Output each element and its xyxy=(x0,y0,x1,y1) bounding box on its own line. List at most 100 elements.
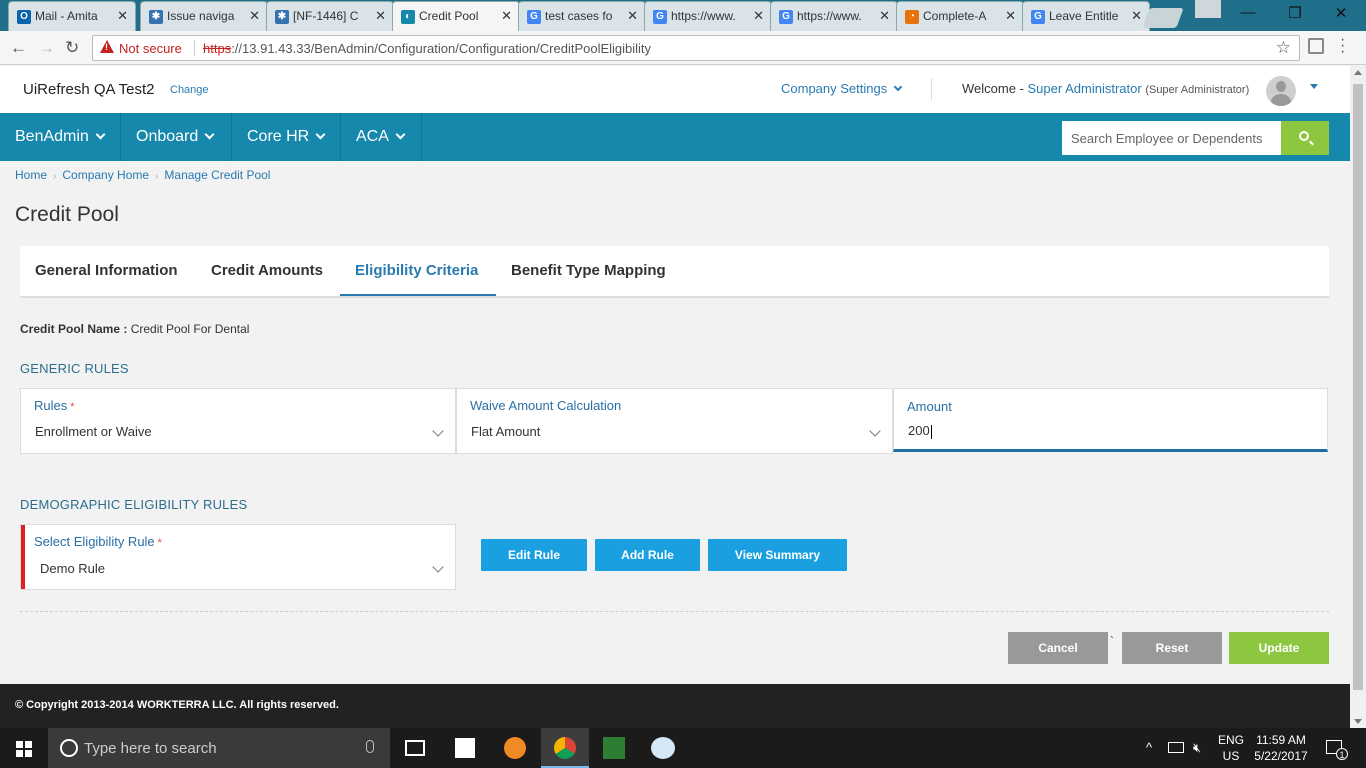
volume-mute-icon[interactable]: 🔇︎ xyxy=(1193,740,1201,756)
nav-onboard[interactable]: Onboard xyxy=(121,113,232,161)
tab-favicon-icon: G xyxy=(653,10,667,24)
chevron-down-icon xyxy=(432,561,444,573)
new-tab-button[interactable] xyxy=(1142,8,1184,28)
user-menu-caret-icon[interactable] xyxy=(1310,84,1318,89)
edit-rule-button[interactable]: Edit Rule xyxy=(481,539,587,571)
page-scrollbar[interactable] xyxy=(1350,66,1366,728)
browser-tab[interactable]: ◔ Complete-A ✕ xyxy=(896,1,1024,31)
nav-aca[interactable]: ACA xyxy=(341,113,422,161)
tab-benefit-type-mapping[interactable]: Benefit Type Mapping xyxy=(511,262,666,279)
tab-eligibility-criteria[interactable]: Eligibility Criteria xyxy=(355,262,478,279)
browser-tab[interactable]: ✱ [NF-1446] C ✕ xyxy=(266,1,394,31)
nav-benadmin[interactable]: BenAdmin xyxy=(0,113,121,161)
rules-select[interactable]: Rules * Enrollment or Waive xyxy=(20,388,456,454)
employee-search-input[interactable] xyxy=(1062,121,1282,155)
company-settings-menu[interactable]: Company Settings xyxy=(781,81,903,96)
reset-button[interactable]: Reset xyxy=(1122,632,1222,664)
windows-start-icon[interactable] xyxy=(16,741,32,757)
close-tab-icon[interactable]: ✕ xyxy=(879,8,890,24)
close-tab-icon[interactable]: ✕ xyxy=(375,8,386,24)
security-label: Not secure xyxy=(119,41,182,56)
paint-icon[interactable] xyxy=(651,737,675,759)
close-tab-icon[interactable]: ✕ xyxy=(249,8,260,24)
tab-favicon-icon: O xyxy=(17,10,31,24)
clock[interactable]: 11:59 AM 5/22/2017 xyxy=(1250,732,1312,764)
user-role: (Super Administrator) xyxy=(1145,84,1250,96)
change-company-link[interactable]: Change xyxy=(170,84,209,96)
select-eligibility-rule[interactable]: Select Eligibility Rule * Demo Rule xyxy=(20,524,456,590)
credit-pool-name: Credit Pool Name : Credit Pool For Denta… xyxy=(20,322,250,336)
browser-tab-title: test cases fo xyxy=(545,9,613,23)
spreadsheet-icon[interactable] xyxy=(603,737,625,759)
chevron-down-icon xyxy=(432,425,444,437)
close-tab-icon[interactable]: ✕ xyxy=(1131,8,1142,24)
amount-field[interactable]: Amount 200 xyxy=(893,388,1328,452)
demographic-rules-heading: DEMOGRAPHIC ELIGIBILITY RULES xyxy=(20,497,248,512)
tab-favicon-icon: G xyxy=(779,10,793,24)
waive-amount-calculation-select[interactable]: Waive Amount Calculation Flat Amount xyxy=(456,388,893,454)
browser-menu-icon[interactable]: · · · xyxy=(1340,32,1345,60)
tray-chevron-icon[interactable]: ^ xyxy=(1146,740,1152,755)
forward-icon[interactable]: → xyxy=(38,38,55,58)
cancel-button[interactable]: Cancel xyxy=(1008,632,1108,664)
page-title: Credit Pool xyxy=(15,203,119,226)
search-button[interactable] xyxy=(1281,121,1329,155)
app-flame-icon[interactable] xyxy=(504,737,526,759)
scroll-thumb[interactable] xyxy=(1353,84,1363,690)
scroll-up-icon[interactable] xyxy=(1354,70,1362,75)
url-text: https://13.91.43.33/BenAdmin/Configurati… xyxy=(203,41,652,56)
back-icon[interactable]: ← xyxy=(10,38,27,58)
browser-tab-title: Issue naviga xyxy=(167,9,235,23)
cortana-icon xyxy=(60,739,78,757)
bookmark-star-icon[interactable]: ☆ xyxy=(1276,38,1291,58)
reload-icon[interactable]: ↻ xyxy=(65,38,79,58)
browser-tab[interactable]: ✱ Issue naviga ✕ xyxy=(140,1,268,31)
browser-tab[interactable]: G Leave Entitle ✕ xyxy=(1022,1,1150,31)
footer-copyright: © Copyright 2013-2014 WORKTERRA LLC. All… xyxy=(0,684,1350,728)
close-tab-icon[interactable]: ✕ xyxy=(627,8,638,24)
breadcrumb: Home › Company Home › Manage Credit Pool xyxy=(15,168,271,182)
breadcrumb-manage-credit-pool[interactable]: Manage Credit Pool xyxy=(164,168,270,182)
breadcrumb-company-home[interactable]: Company Home xyxy=(62,168,149,182)
add-rule-button[interactable]: Add Rule xyxy=(595,539,700,571)
breadcrumb-home[interactable]: Home xyxy=(15,168,47,182)
chrome-icon[interactable] xyxy=(554,737,576,759)
browser-tab[interactable]: ◐ Credit Pool ✕ xyxy=(392,1,520,31)
taskbar-search[interactable]: Type here to search xyxy=(48,728,390,768)
browser-tab[interactable]: O Mail - Amita ✕ xyxy=(8,1,136,31)
scroll-down-icon[interactable] xyxy=(1354,719,1362,724)
network-icon[interactable] xyxy=(1168,742,1184,753)
user-name[interactable]: Super Administrator xyxy=(1028,81,1142,96)
tab-credit-amounts[interactable]: Credit Amounts xyxy=(211,262,323,279)
avatar[interactable] xyxy=(1266,76,1296,106)
update-button[interactable]: Update xyxy=(1229,632,1329,664)
view-summary-button[interactable]: View Summary xyxy=(708,539,847,571)
close-tab-icon[interactable]: ✕ xyxy=(117,8,128,24)
close-tab-icon[interactable]: ✕ xyxy=(501,8,512,24)
maximize-icon[interactable]: ❐ xyxy=(1275,4,1315,22)
browser-tab[interactable]: Gtest cases fo ✕ xyxy=(518,1,646,31)
task-view-icon[interactable] xyxy=(405,740,425,756)
language-indicator[interactable]: ENG US xyxy=(1218,732,1244,764)
tab-favicon-icon: G xyxy=(1031,10,1045,24)
url-field[interactable]: Not secure https://13.91.43.33/BenAdmin/… xyxy=(92,35,1300,61)
store-icon[interactable] xyxy=(455,738,475,758)
chevron-down-icon xyxy=(869,425,881,437)
company-name: UiRefresh QA Test2 xyxy=(23,81,155,98)
profile-icon[interactable] xyxy=(1195,0,1221,18)
microphone-icon[interactable] xyxy=(366,740,374,753)
browser-tab[interactable]: Ghttps://www. ✕ xyxy=(770,1,898,31)
extension-icon[interactable] xyxy=(1308,38,1324,54)
close-window-icon[interactable]: ✕ xyxy=(1321,4,1361,22)
tab-favicon-icon: ◔ xyxy=(905,10,919,24)
browser-tab[interactable]: Ghttps://www. ✕ xyxy=(644,1,772,31)
main-nav: BenAdmin Onboard Core HR ACA xyxy=(0,113,1350,161)
minimize-icon[interactable]: — xyxy=(1228,4,1268,21)
chevron-down-icon xyxy=(315,129,326,140)
search-icon xyxy=(1299,131,1309,141)
browser-tab-title: https://www. xyxy=(797,9,862,23)
close-tab-icon[interactable]: ✕ xyxy=(753,8,764,24)
tab-general-information[interactable]: General Information xyxy=(35,262,178,279)
close-tab-icon[interactable]: ✕ xyxy=(1005,8,1016,24)
nav-core-hr[interactable]: Core HR xyxy=(232,113,341,161)
